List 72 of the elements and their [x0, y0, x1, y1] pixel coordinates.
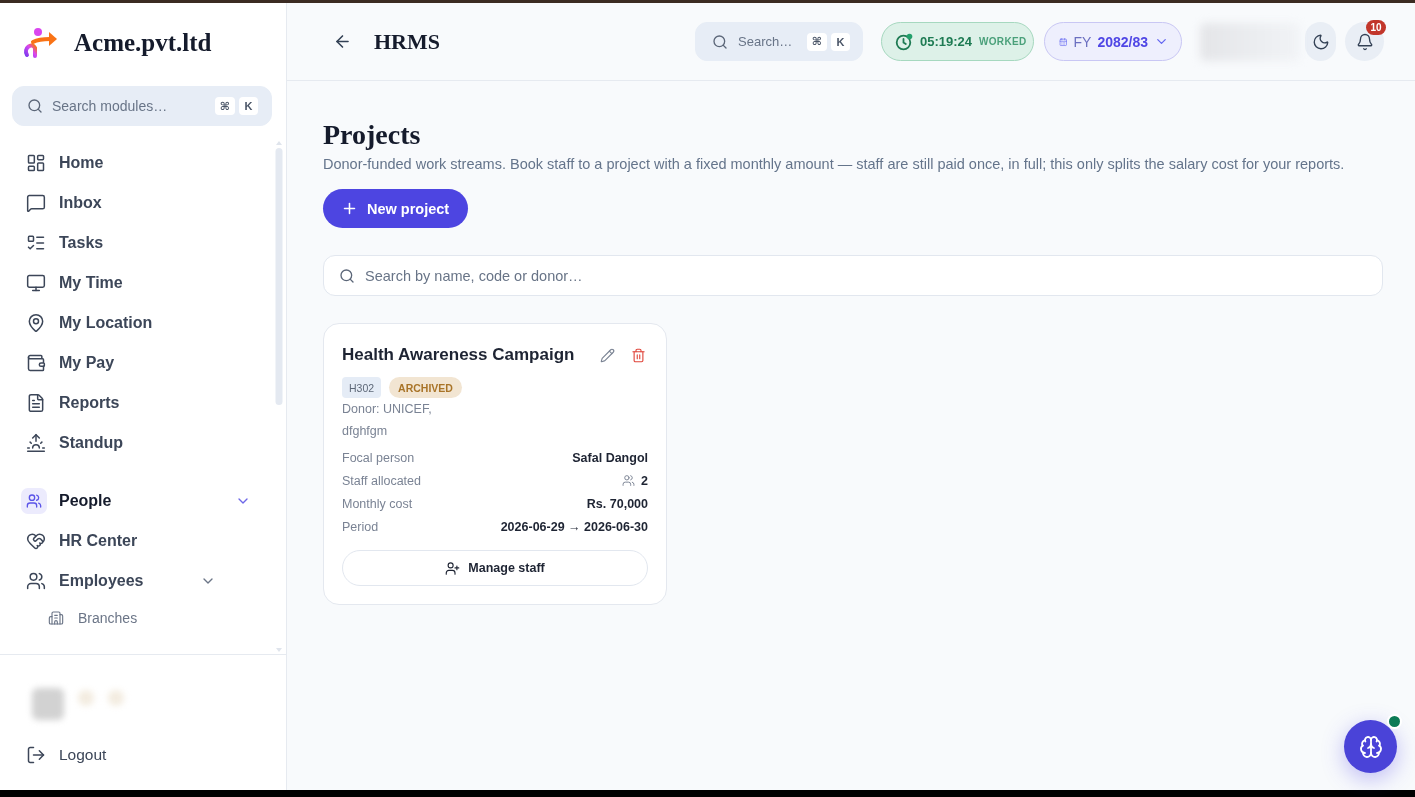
- logout-icon: [26, 745, 46, 765]
- page-description: Donor-funded work streams. Book staff to a project with a fixed monthly amount — staff are still paid once, in full; this only splits the salary cost for your reports.: [323, 155, 1346, 174]
- nav-item[interactable]: HR Center: [0, 521, 286, 561]
- scrollbar[interactable]: [275, 140, 283, 654]
- notifications-button[interactable]: [1345, 22, 1384, 61]
- notification-count: 10: [1366, 20, 1386, 35]
- field-value: 2: [641, 473, 648, 488]
- users-icon: [26, 571, 46, 591]
- blurred-avatar: [32, 688, 64, 720]
- clock-icon: [895, 32, 913, 51]
- users-icon: [21, 488, 47, 514]
- theme-toggle-button[interactable]: [1305, 22, 1336, 61]
- logout-item[interactable]: Logout: [0, 740, 286, 770]
- donor-text: Donor: UNICEF,: [342, 401, 433, 418]
- building-icon: [48, 610, 64, 626]
- field-label: Monthly cost: [342, 496, 413, 511]
- nav-subitem[interactable]: Branches: [0, 601, 286, 635]
- dashboard-icon: [26, 153, 46, 173]
- logo-icon: [22, 26, 58, 59]
- field-label: Period: [342, 519, 379, 534]
- plus-icon: [341, 200, 358, 217]
- section-header[interactable]: People: [0, 481, 286, 521]
- field-label: Focal person: [342, 450, 415, 465]
- users-icon: [622, 474, 636, 487]
- nav-item[interactable]: Employees: [0, 561, 286, 601]
- fiscal-year-dropdown[interactable]: FY 2082/83: [1044, 22, 1182, 61]
- message-icon: [26, 193, 46, 213]
- search-icon: [339, 267, 355, 284]
- bell-icon: [1355, 32, 1374, 51]
- field-value: 2026-06-29 → 2026-06-30: [500, 519, 648, 534]
- nav-item[interactable]: My Pay: [0, 343, 286, 383]
- map-pin-icon: [26, 313, 46, 333]
- field-value: Rs. 70,000: [586, 496, 648, 511]
- field-label: Staff allocated: [342, 473, 421, 488]
- brand-name: Acme.pvt.ltd: [74, 28, 212, 57]
- arrow-left-icon: [333, 32, 352, 51]
- nav-item[interactable]: My Location: [0, 303, 286, 343]
- status-dot: [1389, 716, 1400, 727]
- nav-item[interactable]: Reports: [0, 383, 286, 423]
- project-code-tag: H302: [342, 377, 382, 398]
- user-plus-icon: [445, 560, 461, 576]
- nav-item[interactable]: Inbox: [0, 183, 286, 223]
- project-search-field[interactable]: Search by name, code or donor…: [323, 255, 1383, 296]
- heart-handshake-icon: [26, 531, 46, 551]
- blurred-dot: [108, 690, 124, 706]
- moon-icon: [1311, 32, 1330, 51]
- new-project-button[interactable]: New project: [323, 189, 469, 228]
- page-title: Projects: [323, 118, 422, 152]
- checklist-icon: [26, 233, 46, 253]
- nav-item[interactable]: Tasks: [0, 223, 286, 263]
- field-value: Safal Dangol: [572, 450, 648, 465]
- project-description: dfghfgm: [342, 423, 389, 440]
- document-icon: [26, 393, 46, 413]
- wallet-icon: [26, 353, 46, 373]
- project-name: Health Awareness Campaign: [342, 345, 575, 365]
- brain-icon: [1358, 734, 1383, 759]
- trash-icon: [631, 347, 646, 363]
- sunrise-icon: [26, 433, 46, 453]
- assistant-button[interactable]: [1344, 720, 1397, 773]
- nav-item[interactable]: Standup: [0, 423, 286, 463]
- nav-item[interactable]: Home: [0, 143, 286, 183]
- page-header-title: HRMS: [374, 28, 440, 55]
- pencil-icon: [600, 347, 615, 363]
- blurred-dot: [78, 690, 94, 706]
- monitor-icon: [26, 273, 46, 293]
- manage-staff-button[interactable]: Manage staff: [342, 550, 648, 586]
- nav-item[interactable]: My Time: [0, 263, 286, 303]
- search-icon: [27, 98, 43, 114]
- status-tag: ARCHIVED: [389, 377, 462, 398]
- worked-timer-button[interactable]: 05:19:24 WORKED: [881, 22, 1034, 61]
- search-icon: [712, 33, 728, 50]
- shortcut-key: K: [239, 97, 258, 115]
